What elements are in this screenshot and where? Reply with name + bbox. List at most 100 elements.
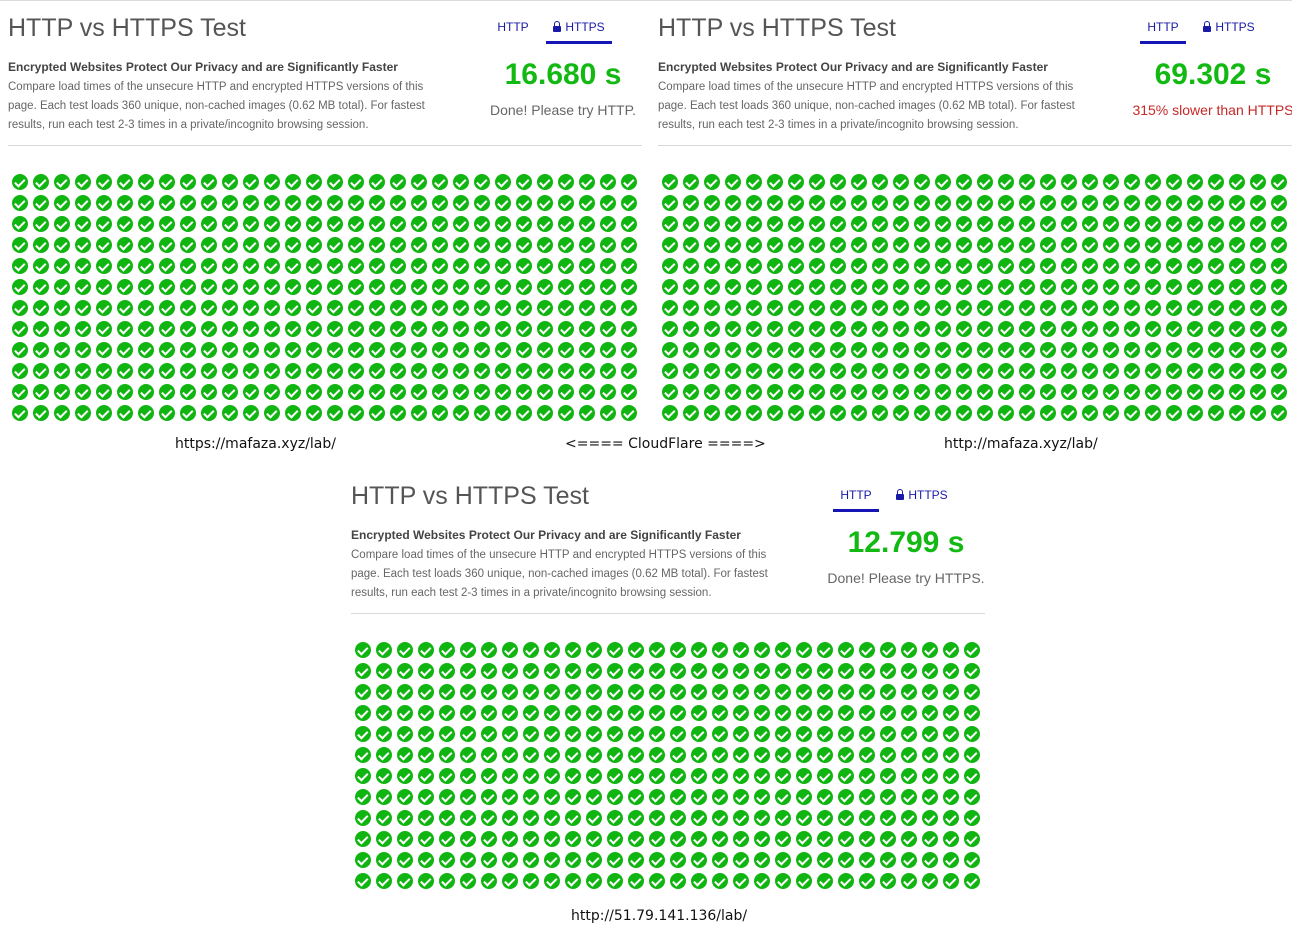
check-circle-icon	[327, 258, 343, 274]
check-circle-icon	[1271, 342, 1287, 358]
check-circle-icon	[201, 195, 217, 211]
check-circle-icon	[872, 237, 888, 253]
check-circle-icon	[712, 663, 728, 679]
check-circle-icon	[733, 852, 749, 868]
check-circle-icon	[943, 831, 959, 847]
check-circle-icon	[662, 321, 678, 337]
check-circle-icon	[1061, 279, 1077, 295]
check-circle-icon	[1061, 195, 1077, 211]
check-circle-icon	[348, 405, 364, 421]
check-circle-icon	[796, 768, 812, 784]
check-circle-icon	[432, 216, 448, 232]
check-circle-icon	[1040, 342, 1056, 358]
check-circle-icon	[390, 258, 406, 274]
check-circle-icon	[1103, 363, 1119, 379]
check-circle-icon	[628, 747, 644, 763]
check-circle-icon	[922, 663, 938, 679]
check-circle-icon	[662, 279, 678, 295]
check-circle-icon	[935, 321, 951, 337]
check-circle-icon	[830, 237, 846, 253]
check-circle-icon	[712, 642, 728, 658]
tab-http[interactable]: HTTP	[1140, 18, 1186, 44]
check-circle-icon	[460, 810, 476, 826]
check-circle-icon	[817, 852, 833, 868]
top-divider	[0, 0, 1292, 1]
check-circle-icon	[481, 726, 497, 742]
check-circle-icon	[914, 342, 930, 358]
check-circle-icon	[369, 363, 385, 379]
lock-icon	[553, 21, 562, 32]
check-circle-icon	[754, 747, 770, 763]
check-circle-icon	[502, 747, 518, 763]
check-circle-icon	[460, 852, 476, 868]
check-circle-icon	[481, 663, 497, 679]
check-circle-icon	[418, 768, 434, 784]
check-circle-icon	[159, 300, 175, 316]
tab-https[interactable]: HTTPS	[546, 18, 612, 44]
check-circle-icon	[96, 279, 112, 295]
check-circle-icon	[138, 195, 154, 211]
check-circle-icon	[830, 174, 846, 190]
check-circle-icon	[712, 831, 728, 847]
check-circle-icon	[1082, 216, 1098, 232]
check-circle-icon	[943, 705, 959, 721]
check-circle-icon	[1082, 300, 1098, 316]
check-circle-icon	[523, 831, 539, 847]
check-circle-icon	[893, 279, 909, 295]
check-circle-icon	[369, 321, 385, 337]
check-circle-icon	[481, 768, 497, 784]
check-circle-icon	[12, 195, 28, 211]
check-circle-icon	[691, 747, 707, 763]
tab-https[interactable]: HTTPS	[889, 486, 955, 512]
check-circle-icon	[775, 642, 791, 658]
tab-https[interactable]: HTTPS	[1196, 18, 1262, 44]
check-circle-icon	[683, 237, 699, 253]
check-circle-icon	[893, 300, 909, 316]
check-circle-icon	[474, 237, 490, 253]
check-circle-icon	[704, 216, 720, 232]
tab-http[interactable]: HTTP	[833, 486, 879, 512]
check-circle-icon	[859, 810, 875, 826]
check-circle-icon	[1124, 279, 1140, 295]
check-circle-icon	[704, 405, 720, 421]
check-circle-icon	[662, 258, 678, 274]
check-circle-icon	[579, 174, 595, 190]
check-circle-icon	[893, 237, 909, 253]
check-circle-icon	[54, 258, 70, 274]
check-circle-icon	[859, 747, 875, 763]
check-circle-icon	[691, 789, 707, 805]
check-circle-icon	[788, 195, 804, 211]
check-circle-icon	[809, 279, 825, 295]
check-circle-icon	[586, 642, 602, 658]
check-circle-icon	[355, 684, 371, 700]
check-circle-icon	[138, 216, 154, 232]
check-circle-icon	[390, 174, 406, 190]
check-circle-icon	[872, 216, 888, 232]
check-circle-icon	[775, 831, 791, 847]
check-circle-icon	[893, 321, 909, 337]
check-circle-icon	[649, 873, 665, 889]
tab-http[interactable]: HTTP	[490, 18, 536, 44]
image-grid	[10, 172, 640, 424]
check-circle-icon	[935, 279, 951, 295]
check-circle-icon	[809, 300, 825, 316]
check-circle-icon	[369, 279, 385, 295]
check-circle-icon	[796, 684, 812, 700]
check-circle-icon	[96, 216, 112, 232]
check-circle-icon	[977, 174, 993, 190]
check-circle-icon	[838, 789, 854, 805]
check-circle-icon	[1040, 363, 1056, 379]
check-circle-icon	[117, 405, 133, 421]
check-circle-icon	[75, 300, 91, 316]
check-circle-icon	[495, 258, 511, 274]
check-circle-icon	[1061, 300, 1077, 316]
check-circle-icon	[704, 279, 720, 295]
check-circle-icon	[628, 831, 644, 847]
check-circle-icon	[418, 810, 434, 826]
check-circle-icon	[54, 300, 70, 316]
check-circle-icon	[432, 258, 448, 274]
check-circle-icon	[355, 705, 371, 721]
check-circle-icon	[1124, 174, 1140, 190]
check-circle-icon	[628, 726, 644, 742]
protocol-tabs: HTTP HTTPS	[1140, 18, 1285, 44]
